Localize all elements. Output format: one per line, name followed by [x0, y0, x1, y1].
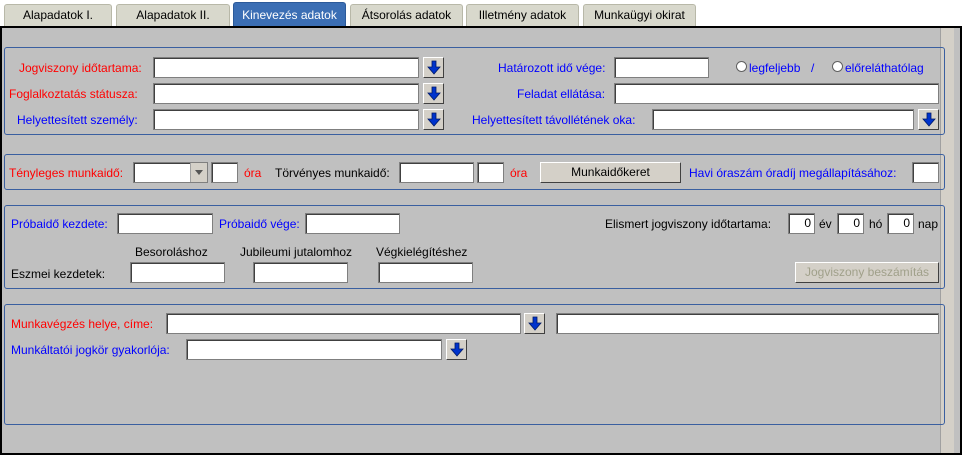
elismert-ho-field[interactable]: 0	[837, 213, 864, 234]
tab-alapadatok-2[interactable]: Alapadatok II.	[116, 4, 230, 26]
label-helyettesitett-tavolletenek-oka: Helyettesített távollétének oka:	[472, 113, 636, 127]
foglalkoztatas-statusza-field[interactable]	[153, 83, 419, 104]
feladat-ellatasa-field[interactable]	[614, 83, 939, 104]
label-havi-oraszam: Havi óraszám óradíj megállapításához:	[689, 166, 897, 180]
tab-content-panel: Jogviszony időtartama: Foglalkoztatás st…	[0, 26, 962, 455]
elorelathatolag-radio[interactable]	[832, 61, 843, 72]
label-feladat-ellatasa: Feladat ellátása:	[517, 87, 606, 101]
label-eszmei-kezdetek: Eszmei kezdetek:	[11, 267, 106, 281]
label-tenyleges-munkaido: Tényleges munkaidő:	[9, 166, 124, 180]
label-jogviszony-idotartama: Jogviszony időtartama:	[19, 61, 142, 75]
munkavegzes-cime-field[interactable]	[556, 313, 939, 334]
torvenyes-munkaido-perc-field[interactable]	[477, 162, 504, 183]
tenyleges-munkaido-perc-field[interactable]	[211, 162, 238, 183]
arrow-down-icon	[426, 60, 441, 75]
label-helyettesitett-szemely: Helyettesített személy:	[17, 113, 138, 127]
hatarozott-ido-vege-field[interactable]	[614, 57, 709, 78]
helyettesitett-szemely-field[interactable]	[153, 109, 419, 130]
legfeljebb-radio[interactable]	[736, 61, 747, 72]
label-jubileumi-jutalomhoz: Jubileumi jutalomhoz	[240, 245, 353, 259]
jogviszony-idotartama-dropdown-button[interactable]	[423, 57, 444, 78]
munkavegzes-helye-dropdown-button[interactable]	[524, 313, 545, 334]
tab-alapadatok-1[interactable]: Alapadatok I.	[4, 4, 112, 26]
chevron-down-icon	[195, 170, 203, 175]
vegkielegiteshez-field[interactable]	[378, 262, 473, 283]
torvenyes-munkaido-field[interactable]	[399, 162, 474, 183]
arrow-down-icon	[921, 112, 936, 127]
jubileumi-jutalomhoz-field[interactable]	[253, 262, 348, 283]
tab-kinevezes-adatok[interactable]: Kinevezés adatok	[233, 2, 346, 27]
arrow-down-icon	[527, 316, 542, 331]
group-munkavegzes: Munkavégzés helye, címe: Munkáltatói jog…	[4, 304, 945, 425]
besorolashoz-field[interactable]	[130, 262, 225, 283]
arrow-down-icon	[426, 112, 441, 127]
combobox-arrow[interactable]	[190, 163, 207, 182]
jogviszony-beszamitas-button[interactable]: Jogviszony beszámítás	[795, 262, 939, 283]
havi-oraszam-field[interactable]	[912, 162, 939, 183]
label-munkavegzes-helye: Munkavégzés helye, címe:	[11, 317, 154, 331]
label-munkaltatoi-jogkor: Munkáltatói jogkör gyakorlója:	[11, 343, 170, 357]
munkaltatoi-jogkor-dropdown-button[interactable]	[446, 339, 467, 360]
group-jogviszony: Jogviszony időtartama: Foglalkoztatás st…	[4, 47, 945, 135]
label-elismert-jogviszony: Elismert jogviszony időtartama:	[605, 217, 772, 231]
tab-bar: Alapadatok I. Alapadatok II. Kinevezés a…	[0, 0, 962, 27]
label-hatarozott-ido-vege: Határozott idő vége:	[498, 61, 606, 75]
separator-slash: /	[811, 61, 815, 75]
label-ora-1: óra	[244, 166, 262, 180]
label-foglalkoztatas-statusza: Foglalkoztatás státusza:	[9, 87, 138, 101]
munkavegzes-helye-field[interactable]	[166, 313, 521, 334]
label-probaido-kezdete: Próbaidő kezdete:	[11, 217, 108, 231]
label-vegkielegiteshez: Végkielégítéshez	[376, 245, 468, 259]
helyettesitett-tavolletenek-oka-field[interactable]	[652, 109, 914, 130]
label-probaido-vege: Próbaidő vége:	[219, 217, 300, 231]
munkaltatoi-jogkor-field[interactable]	[186, 339, 442, 360]
group-probaido: Próbaidő kezdete: Próbaidő vége: Elismer…	[4, 205, 945, 289]
label-ev: év	[819, 217, 832, 231]
label-ora-2: óra	[510, 166, 528, 180]
arrow-down-icon	[449, 342, 464, 357]
probaido-kezdete-field[interactable]	[117, 213, 213, 234]
group-munkaido: Tényleges munkaidő: óra Törvényes munkai…	[4, 154, 945, 190]
elismert-nap-field[interactable]: 0	[887, 213, 914, 234]
label-ho: hó	[869, 217, 883, 231]
elismert-ev-field[interactable]: 0	[788, 213, 815, 234]
helyettesitett-tavolletenek-oka-dropdown-button[interactable]	[918, 109, 939, 130]
label-elorelathatolag: előreláthatólag	[845, 61, 924, 75]
label-nap: nap	[918, 217, 939, 231]
tab-atsorolas-adatok[interactable]: Átsorolás adatok	[350, 4, 463, 26]
munkaidokeret-button[interactable]: Munkaidőkeret	[540, 162, 681, 183]
label-legfeljebb: legfeljebb	[749, 61, 801, 75]
jogviszony-idotartama-field[interactable]	[153, 57, 419, 78]
tab-munkaugyi-okirat[interactable]: Munkaügyi okirat	[583, 4, 696, 26]
tenyleges-munkaido-combobox[interactable]	[133, 162, 208, 183]
foglalkoztatas-statusza-dropdown-button[interactable]	[423, 83, 444, 104]
tab-illetmeny-adatok[interactable]: Illetmény adatok	[466, 4, 579, 26]
probaido-vege-field[interactable]	[305, 213, 400, 234]
arrow-down-icon	[426, 86, 441, 101]
label-besorolashoz: Besoroláshoz	[135, 245, 208, 259]
helyettesitett-szemely-dropdown-button[interactable]	[423, 109, 444, 130]
label-torvenyes-munkaido: Törvényes munkaidő:	[275, 166, 390, 180]
